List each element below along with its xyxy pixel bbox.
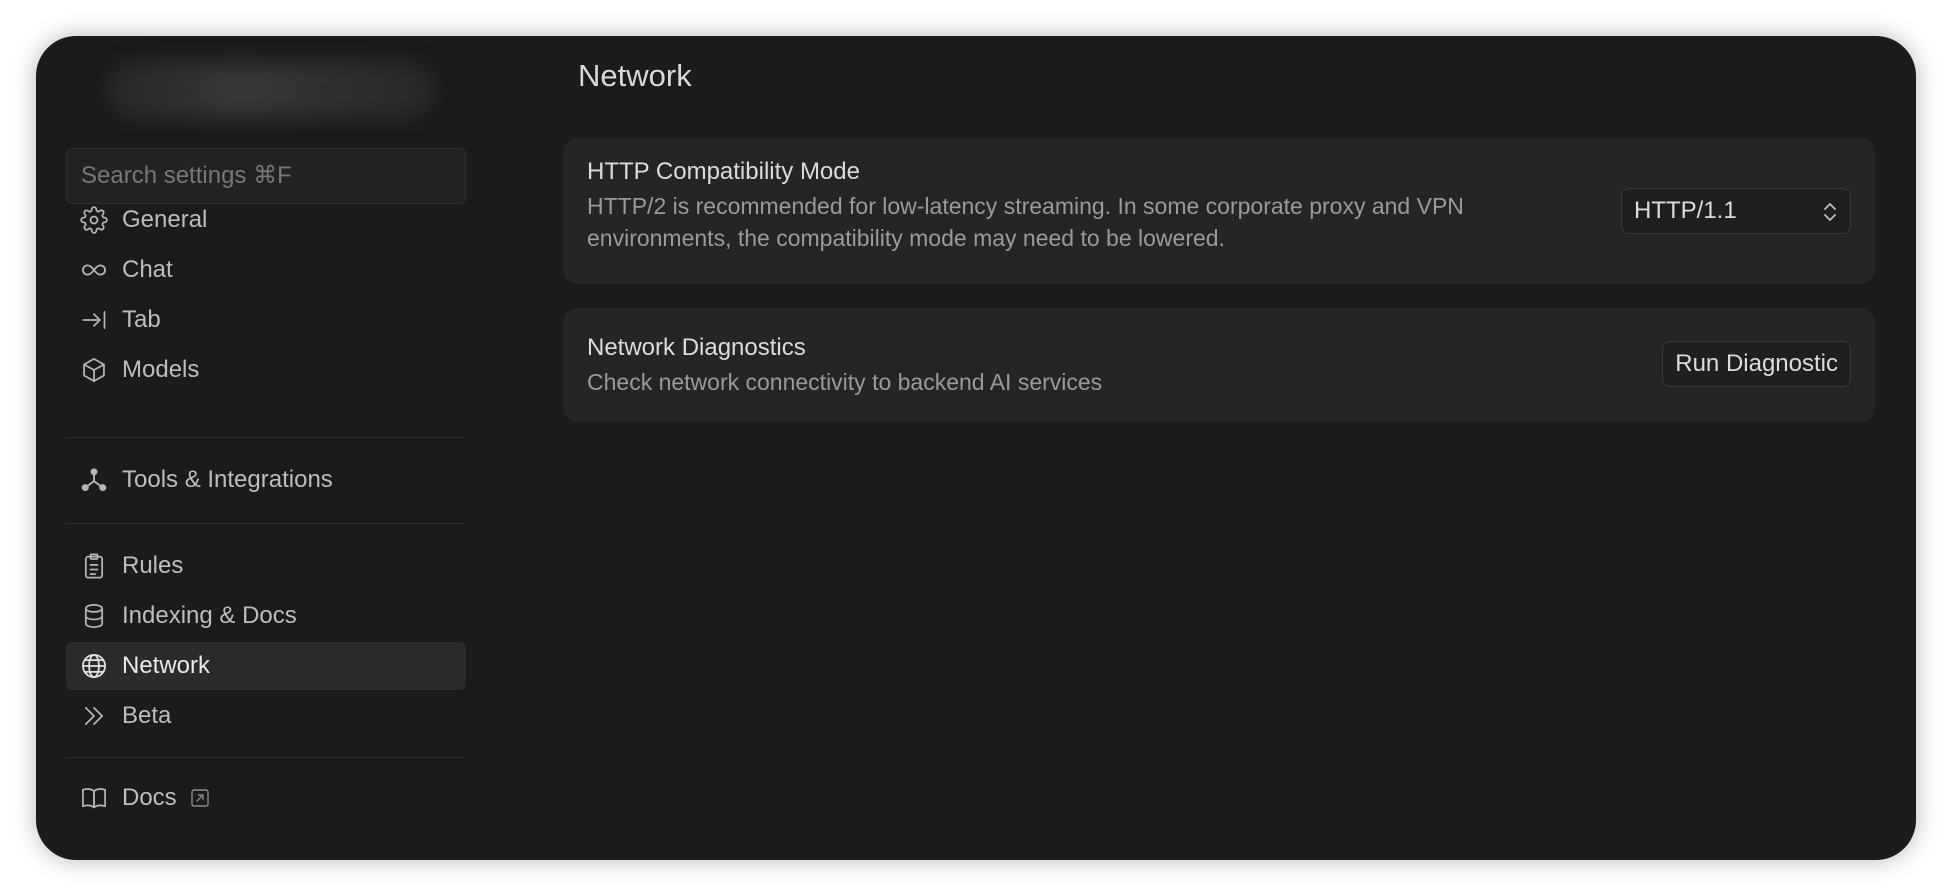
- page-title: Network: [578, 58, 692, 93]
- http-compatibility-title: HTTP Compatibility Mode: [587, 158, 860, 185]
- sidebar-item-label: Tab: [122, 306, 161, 333]
- sidebar-item-label: Network: [122, 652, 211, 679]
- clipboard-icon: [80, 552, 108, 580]
- network-diagnostics-description: Check network connectivity to backend AI…: [587, 369, 1103, 395]
- sidebar: General Chat Tab: [66, 36, 468, 860]
- sidebar-item-rules[interactable]: Rules: [66, 542, 466, 590]
- settings-window: General Chat Tab: [36, 36, 1916, 860]
- sidebar-item-docs[interactable]: Docs: [66, 774, 466, 822]
- arrow-to-line-icon: [80, 306, 108, 334]
- sidebar-item-indexing-docs[interactable]: Indexing & Docs: [66, 592, 466, 640]
- sidebar-item-tab[interactable]: Tab: [66, 296, 466, 344]
- sidebar-item-label: Docs: [122, 784, 177, 811]
- sidebar-item-chat[interactable]: Chat: [66, 246, 466, 294]
- description-line: environments, the compatibility mode may…: [587, 225, 1225, 251]
- infinity-icon: [80, 256, 108, 284]
- sidebar-item-label: Models: [122, 356, 200, 383]
- gear-icon: [80, 206, 108, 234]
- external-link-icon: [190, 789, 209, 807]
- nodes-icon: [80, 466, 108, 494]
- sidebar-item-general[interactable]: General: [66, 196, 466, 244]
- sidebar-item-tools-integrations[interactable]: Tools & Integrations: [66, 456, 466, 504]
- book-icon: [80, 784, 108, 812]
- database-icon: [80, 602, 108, 630]
- sidebar-divider: [66, 523, 466, 524]
- run-diagnostic-button[interactable]: Run Diagnostic: [1662, 341, 1851, 387]
- sidebar-item-label: Tools & Integrations: [122, 466, 333, 493]
- http-compatibility-description: HTTP/2 is recommended for low-latency st…: [587, 190, 1464, 254]
- sidebar-item-label: Indexing & Docs: [122, 602, 297, 629]
- network-diagnostics-card: Network Diagnostics Check network connec…: [563, 308, 1875, 422]
- sidebar-item-beta[interactable]: Beta: [66, 692, 466, 740]
- sidebar-divider: [66, 437, 466, 438]
- sidebar-item-label: Rules: [122, 552, 184, 579]
- network-diagnostics-title: Network Diagnostics: [587, 334, 806, 361]
- globe-icon: [80, 652, 108, 680]
- account-blurred: [106, 62, 436, 118]
- sidebar-item-models[interactable]: Models: [66, 346, 466, 394]
- sidebar-item-label: Chat: [122, 256, 173, 283]
- sidebar-item-network[interactable]: Network: [66, 642, 466, 690]
- sidebar-divider: [66, 757, 466, 758]
- chevron-up-down-icon: [1824, 203, 1836, 221]
- sidebar-item-label: Beta: [122, 702, 172, 729]
- double-chevron-icon: [80, 702, 108, 730]
- description-line: HTTP/2 is recommended for low-latency st…: [587, 193, 1464, 219]
- cube-icon: [80, 356, 108, 384]
- http-compatibility-card: HTTP Compatibility Mode HTTP/2 is recomm…: [563, 138, 1875, 284]
- sidebar-item-label: General: [122, 206, 208, 233]
- select-value: HTTP/1.1: [1634, 197, 1737, 224]
- http-mode-select[interactable]: HTTP/1.1: [1621, 188, 1851, 234]
